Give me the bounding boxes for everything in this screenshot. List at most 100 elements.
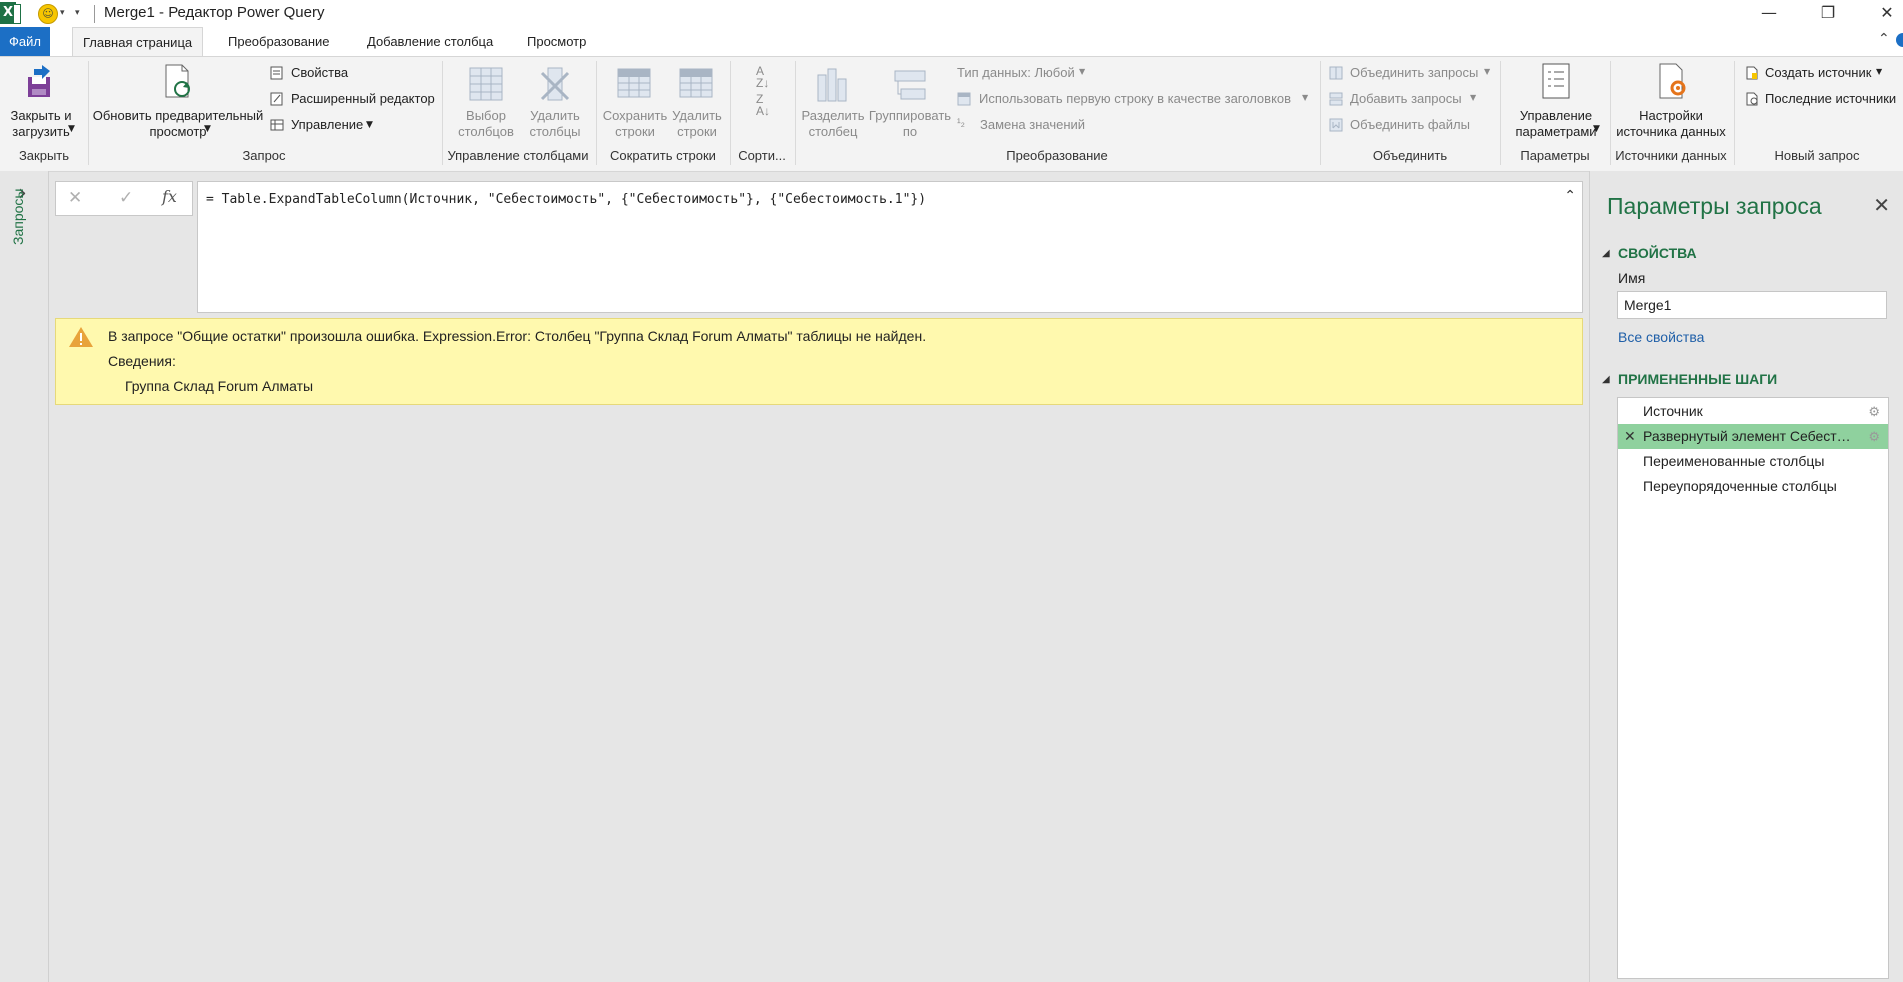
data-source-settings-label: Настройки источника данных bbox=[1616, 108, 1726, 139]
gear-icon[interactable]: ⚙ bbox=[1868, 399, 1880, 424]
help-icon[interactable] bbox=[1896, 33, 1903, 47]
tab-file[interactable]: Файл bbox=[0, 27, 50, 56]
new-source-dropdown-icon: ▼ bbox=[1876, 67, 1883, 76]
group-label-new-query: Новый запрос bbox=[1774, 148, 1860, 163]
group-label-rows: Сократить строки bbox=[610, 148, 716, 163]
append-queries-dropdown-icon: ▼ bbox=[1470, 93, 1477, 102]
tab-add-column[interactable]: Добавление столбца bbox=[357, 27, 503, 56]
data-type-dropdown-icon: ▼ bbox=[1079, 67, 1086, 76]
title-bar: X ☺ ▾ ▾ Merge1 - Редактор Power Query — … bbox=[0, 0, 1903, 27]
step-label: Переупорядоченные столбцы bbox=[1643, 478, 1837, 494]
close-window-button[interactable]: ✕ bbox=[1872, 3, 1902, 22]
step-renamed-columns[interactable]: Переименованные столбцы bbox=[1618, 449, 1888, 474]
group-label-query: Запрос bbox=[242, 148, 286, 163]
keep-rows-icon bbox=[617, 68, 651, 98]
tab-view[interactable]: Просмотр bbox=[517, 27, 596, 56]
formula-editor[interactable]: = Table.ExpandTableColumn(Источник, "Себ… bbox=[197, 181, 1583, 313]
queries-pane-collapsed: › bbox=[0, 171, 49, 982]
group-label-close: Закрыть bbox=[18, 148, 70, 163]
error-details-value: Группа Склад Forum Алматы bbox=[125, 378, 314, 394]
sort-ascending-icon: A Z↓ bbox=[756, 64, 770, 90]
applied-steps-list: Источник ⚙ ✕ Развернутый элемент Себесто… bbox=[1617, 397, 1889, 979]
confirm-formula-icon[interactable]: ✓ bbox=[119, 188, 133, 208]
gear-icon[interactable]: ⚙ bbox=[1868, 424, 1880, 449]
recent-sources-icon bbox=[1746, 92, 1758, 106]
remove-rows-label: Удалить строки bbox=[672, 108, 722, 139]
tab-home[interactable]: Главная страница bbox=[72, 27, 204, 58]
table-headers-icon bbox=[957, 92, 971, 106]
fx-icon[interactable]: fx bbox=[162, 187, 177, 206]
error-banner: В запросе "Общие остатки" произошла ошиб… bbox=[55, 318, 1583, 405]
combine-files-icon bbox=[1329, 118, 1343, 132]
collapse-steps-icon[interactable]: ◢ bbox=[1602, 374, 1610, 385]
group-label-transform: Преобразование bbox=[1006, 148, 1108, 163]
replace-values-icon: ¹₂ bbox=[957, 117, 965, 129]
delete-step-icon[interactable]: ✕ bbox=[1624, 424, 1636, 449]
manage-dropdown-icon: ▼ bbox=[366, 120, 373, 130]
group-label-combine: Объединить bbox=[1372, 148, 1448, 163]
name-label: Имя bbox=[1618, 270, 1646, 286]
group-label-sort: Сорти... bbox=[738, 148, 786, 163]
choose-columns-icon bbox=[469, 67, 503, 101]
remove-columns-label: Удалить столбцы bbox=[529, 108, 581, 139]
smiley-feedback-icon[interactable]: ☺ bbox=[38, 4, 58, 24]
remove-columns-icon bbox=[540, 67, 570, 101]
warning-icon bbox=[69, 327, 93, 347]
first-row-headers-label: Использовать первую строку в качестве за… bbox=[979, 91, 1292, 106]
merge-queries-label: Объединить запросы bbox=[1350, 65, 1479, 80]
window-title: Merge1 - Редактор Power Query bbox=[104, 4, 325, 21]
step-source[interactable]: Источник ⚙ bbox=[1618, 399, 1888, 424]
quick-access-customize-icon[interactable]: ▾ bbox=[75, 8, 80, 18]
query-name-input[interactable] bbox=[1617, 291, 1887, 319]
new-source-icon bbox=[1746, 66, 1758, 80]
step-expanded-element[interactable]: ✕ Развернутый элемент Себестоимость ⚙ bbox=[1618, 424, 1888, 449]
error-message: В запросе "Общие остатки" произошла ошиб… bbox=[108, 328, 927, 344]
sort-descending-icon: Z A↓ bbox=[756, 92, 771, 118]
error-details-label: Сведения: bbox=[108, 353, 176, 369]
close-and-load-dropdown-icon: ▼ bbox=[68, 124, 75, 134]
advanced-editor-icon bbox=[270, 92, 283, 106]
title-separator bbox=[94, 5, 95, 23]
split-column-icon bbox=[817, 68, 847, 102]
advanced-editor-label: Расширенный редактор bbox=[291, 91, 435, 106]
merge-queries-icon bbox=[1329, 66, 1343, 80]
ribbon: Закрыть и загрузить ▼ Закрыть Обновить п… bbox=[0, 56, 1903, 172]
excel-icon-sheet bbox=[13, 4, 21, 24]
refresh-preview-label: Обновить предварительный просмотр bbox=[92, 108, 264, 139]
step-label: Развернутый элемент Себестоимость bbox=[1643, 428, 1855, 444]
properties-icon bbox=[270, 66, 283, 80]
collapse-formula-icon[interactable]: ⌃ bbox=[1564, 188, 1576, 204]
formula-text[interactable]: = Table.ExpandTableColumn(Источник, "Себ… bbox=[206, 192, 926, 207]
collapse-properties-icon[interactable]: ◢ bbox=[1602, 248, 1610, 259]
query-settings-title: Параметры запроса bbox=[1607, 193, 1822, 219]
applied-steps-header[interactable]: ПРИМЕНЕННЫЕ ШАГИ bbox=[1618, 371, 1777, 387]
first-row-headers-dropdown-icon: ▼ bbox=[1302, 93, 1309, 102]
refresh-dropdown-icon: ▼ bbox=[204, 124, 211, 134]
step-label: Источник bbox=[1643, 403, 1703, 419]
merge-queries-dropdown-icon: ▼ bbox=[1484, 67, 1491, 76]
queries-pane-label[interactable]: Запросы bbox=[10, 189, 26, 245]
close-pane-icon[interactable]: ✕ bbox=[1873, 193, 1890, 217]
minimize-button[interactable]: — bbox=[1754, 3, 1784, 22]
append-queries-label: Добавить запросы bbox=[1350, 91, 1462, 106]
properties-label: Свойства bbox=[291, 65, 349, 80]
group-by-label: Группировать по bbox=[868, 108, 952, 139]
step-reordered-columns[interactable]: Переупорядоченные столбцы bbox=[1618, 474, 1888, 499]
data-type-label: Тип данных: Любой bbox=[957, 65, 1075, 80]
properties-header[interactable]: СВОЙСТВА bbox=[1618, 245, 1697, 261]
refresh-icon bbox=[165, 64, 190, 98]
manage-grid-icon bbox=[270, 119, 284, 131]
split-column-label: Разделить столбец bbox=[801, 108, 865, 139]
data-source-settings-icon bbox=[1659, 63, 1686, 99]
replace-values-label: Замена значений bbox=[980, 117, 1086, 132]
tab-transform[interactable]: Преобразование bbox=[218, 27, 340, 56]
collapse-ribbon-icon[interactable]: ⌃ bbox=[1878, 31, 1890, 47]
query-settings-pane: Параметры запроса ✕ ◢ СВОЙСТВА Имя Все с… bbox=[1589, 171, 1903, 982]
smiley-dropdown-icon[interactable]: ▾ bbox=[60, 8, 65, 18]
all-properties-link[interactable]: Все свойства bbox=[1618, 329, 1704, 345]
step-label: Переименованные столбцы bbox=[1643, 453, 1825, 469]
group-label-columns: Управление столбцами bbox=[447, 148, 589, 163]
manage-parameters-dropdown-icon: ▼ bbox=[1593, 124, 1600, 134]
restore-button[interactable]: ❐ bbox=[1813, 3, 1843, 22]
cancel-formula-icon[interactable]: ✕ bbox=[68, 188, 82, 208]
